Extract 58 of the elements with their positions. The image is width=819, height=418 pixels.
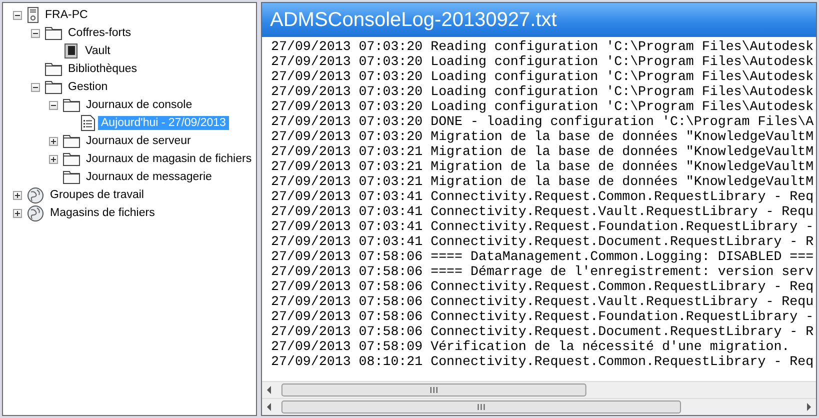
log-line: 27/09/2013 07:03:21 Migration de la base de données "KnowledgeVaultM — [271, 144, 815, 159]
log-line: 27/09/2013 07:03:41 Connectivity.Request.Foundation.RequestLibrary - — [271, 219, 815, 234]
folder-icon — [45, 80, 62, 94]
tree-item[interactable]: Journaux de messagerie — [83, 170, 215, 184]
log-line: 27/09/2013 07:03:41 Connectivity.Request.Common.RequestLibrary - Req — [271, 189, 815, 204]
tree-item[interactable]: Journaux de magasin de fichiers — [83, 152, 255, 166]
log-line: 27/09/2013 07:58:06 Connectivity.Request.Vault.RequestLibrary - Requ — [271, 294, 815, 309]
folder-icon — [45, 62, 62, 76]
collapse-button[interactable] — [13, 10, 22, 20]
log-line: 27/09/2013 07:03:41 Connectivity.Request.Document.RequestLibrary - R — [271, 234, 815, 249]
folder-icon — [63, 152, 80, 166]
log-line: 27/09/2013 07:03:41 Connectivity.Request.Vault.RequestLibrary - Requ — [271, 204, 815, 219]
tree-item[interactable]: Coffres-forts — [65, 26, 134, 40]
plus-icon — [14, 210, 21, 216]
log-line: 27/09/2013 07:03:20 Loading configuration 'C:\Program Files\Autodesk — [271, 99, 815, 114]
log-line: 27/09/2013 07:03:20 Loading configuration 'C:\Program Files\Autodesk — [271, 84, 815, 99]
log-line: 27/09/2013 07:03:20 Loading configuration 'C:\Program Files\Autodesk — [271, 69, 815, 84]
log-line: 27/09/2013 08:10:21 Connectivity.Request.Common.RequestLibrary - Req — [271, 354, 815, 369]
log-line: 27/09/2013 07:03:20 DONE - loading configuration 'C:\Program Files\A — [271, 114, 815, 129]
globe-icon — [27, 186, 44, 204]
log-line: 27/09/2013 07:58:09 Vérification de la nécessité d'une migration. — [271, 339, 791, 354]
log-line: 27/09/2013 07:58:06 Connectivity.Request.Common.RequestLibrary - Req — [271, 279, 815, 294]
globe-icon — [27, 204, 44, 222]
log-line: 27/09/2013 07:58:06 ==== Démarrage de l'enregistrement: version serv — [271, 264, 815, 279]
expand-button[interactable] — [49, 136, 58, 146]
folder-icon — [63, 170, 80, 184]
tree-item[interactable]: Groupes de travail — [47, 188, 147, 202]
log-line: 27/09/2013 07:03:21 Migration de la base de données "KnowledgeVaultM — [271, 174, 815, 189]
tree-item[interactable]: FRA-PC — [42, 8, 91, 22]
log-line: 27/09/2013 07:58:06 Connectivity.Request.Document.RequestLibrary - R — [271, 324, 815, 339]
tree-item[interactable]: Magasins de fichiers — [47, 206, 158, 220]
tree-item[interactable]: Bibliothèques — [65, 62, 140, 76]
log-line: 27/09/2013 07:03:20 Loading configuration 'C:\Program Files\Autodesk — [271, 54, 815, 69]
folder-icon — [63, 98, 80, 112]
log-line: 27/09/2013 07:03:20 Reading configuration 'C:\Program Files\Autodesk — [271, 39, 815, 54]
log-line: 27/09/2013 07:58:06 ==== DataManagement.Common.Logging: DISABLED === — [271, 249, 815, 264]
expand-button[interactable] — [13, 190, 22, 200]
safe-icon — [63, 43, 79, 59]
folder-icon — [45, 26, 62, 40]
document-icon — [81, 115, 95, 131]
collapse-button[interactable] — [31, 28, 40, 38]
expand-button[interactable] — [13, 208, 22, 218]
plus-icon — [14, 192, 21, 198]
folder-icon — [63, 134, 80, 148]
tree-item[interactable]: Journaux de console — [83, 98, 196, 112]
tree-item[interactable]: Journaux de serveur — [83, 134, 194, 148]
computer-icon — [27, 7, 39, 23]
plus-icon — [50, 138, 57, 144]
tree-item[interactable]: Vault — [82, 44, 114, 58]
log-line: 27/09/2013 07:58:06 Connectivity.Request.Foundation.RequestLibrary - — [271, 309, 815, 324]
document-title: ADMSConsoleLog-20130927.txt — [262, 3, 816, 37]
expand-button[interactable] — [49, 154, 58, 164]
plus-icon — [50, 156, 57, 162]
collapse-button[interactable] — [31, 82, 40, 92]
log-line: 27/09/2013 07:03:21 Migration de la base de données "KnowledgeVaultM — [271, 159, 815, 174]
collapse-button[interactable] — [49, 100, 58, 110]
tree-item[interactable]: Gestion — [65, 80, 111, 94]
log-line: 27/09/2013 07:03:20 Migration de la base de données "KnowledgeVaultM — [271, 129, 815, 144]
